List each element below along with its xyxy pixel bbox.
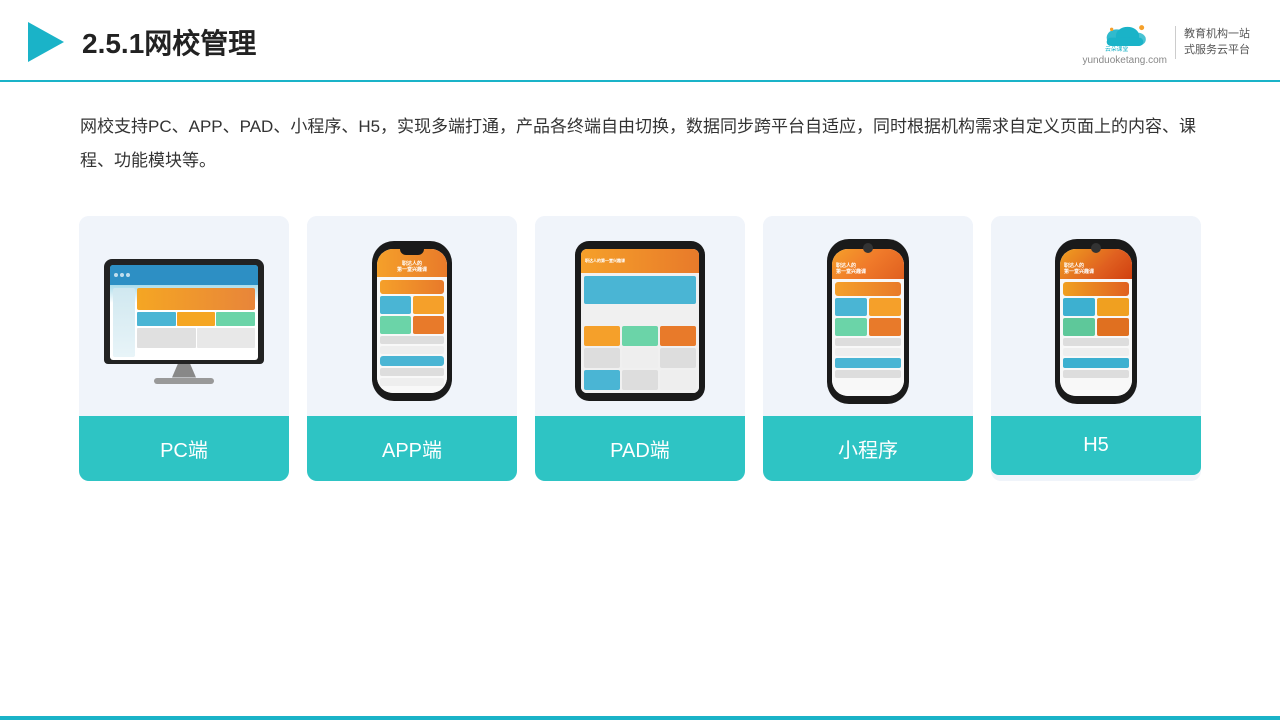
- svg-text:云朵课堂: 云朵课堂: [1105, 45, 1128, 53]
- page-header: 2.5.1网校管理 云朵课堂 yunduoketang.com 教育机构一站 式…: [0, 0, 1280, 82]
- card-h5: 职达人的第一堂兴趣课: [991, 216, 1201, 481]
- logo-tagline-1: 教育机构一站: [1184, 26, 1250, 43]
- tablet-screen: 职达人的第一堂兴趣课: [581, 249, 699, 393]
- logo-tagline: 教育机构一站 式服务云平台: [1175, 26, 1250, 59]
- h5-phone-screen: 职达人的第一堂兴趣课: [1060, 249, 1132, 396]
- mini-phone-mockup: 职达人的第一堂兴趣课: [827, 239, 909, 404]
- logo-tagline-2: 式服务云平台: [1184, 42, 1250, 59]
- header-left: 2.5.1网校管理: [20, 18, 256, 66]
- card-pad: 职达人的第一堂兴趣课: [535, 216, 745, 481]
- device-cards: PC端 职达人的第一堂兴趣课: [60, 216, 1220, 481]
- card-mini-image: 职达人的第一堂兴趣课: [763, 216, 973, 416]
- card-pc: PC端: [79, 216, 289, 481]
- h5-phone-mockup: 职达人的第一堂兴趣课: [1055, 239, 1137, 404]
- card-pc-image: [79, 216, 289, 416]
- phone-app-mockup: 职达人的第一堂兴趣课: [372, 241, 452, 401]
- card-pad-label: PAD端: [535, 416, 745, 481]
- page-title: 2.5.1网校管理: [82, 22, 256, 62]
- monitor-outer: [104, 259, 264, 364]
- bottom-accent-line: [0, 716, 1280, 720]
- card-pc-label: PC端: [79, 416, 289, 481]
- mini-phone-outer: 职达人的第一堂兴趣课: [827, 239, 909, 404]
- card-app: 职达人的第一堂兴趣课: [307, 216, 517, 481]
- card-app-image: 职达人的第一堂兴趣课: [307, 216, 517, 416]
- pc-monitor-mockup: [104, 259, 264, 384]
- logo-cloud: 云朵课堂 yunduoketang.com: [1082, 19, 1167, 66]
- description-text: 网校支持PC、APP、PAD、小程序、H5，实现多端打通，产品各终端自由切换，数…: [80, 110, 1200, 178]
- mini-phone-screen: 职达人的第一堂兴趣课: [832, 249, 904, 396]
- monitor-screen: [110, 265, 258, 360]
- phone-outer: 职达人的第一堂兴趣课: [372, 241, 452, 401]
- card-mini-label: 小程序: [763, 416, 973, 481]
- card-app-label: APP端: [307, 416, 517, 481]
- h5-phone-outer: 职达人的第一堂兴趣课: [1055, 239, 1137, 404]
- card-h5-label: H5: [991, 416, 1201, 475]
- card-pad-image: 职达人的第一堂兴趣课: [535, 216, 745, 416]
- tablet-outer: 职达人的第一堂兴趣课: [575, 241, 705, 401]
- logo-area: 云朵课堂 yunduoketang.com 教育机构一站 式服务云平台: [1082, 19, 1250, 66]
- logo-url: yunduoketang.com: [1082, 55, 1167, 66]
- tablet-mockup: 职达人的第一堂兴趣课: [575, 241, 705, 401]
- card-mini: 职达人的第一堂兴趣课: [763, 216, 973, 481]
- description-content: 网校支持PC、APP、PAD、小程序、H5，实现多端打通，产品各终端自由切换，数…: [80, 117, 1196, 170]
- phone-screen: 职达人的第一堂兴趣课: [377, 249, 447, 393]
- cloud-logo-icon: 云朵课堂: [1100, 19, 1150, 53]
- play-icon: [20, 18, 68, 66]
- card-h5-image: 职达人的第一堂兴趣课: [991, 216, 1201, 416]
